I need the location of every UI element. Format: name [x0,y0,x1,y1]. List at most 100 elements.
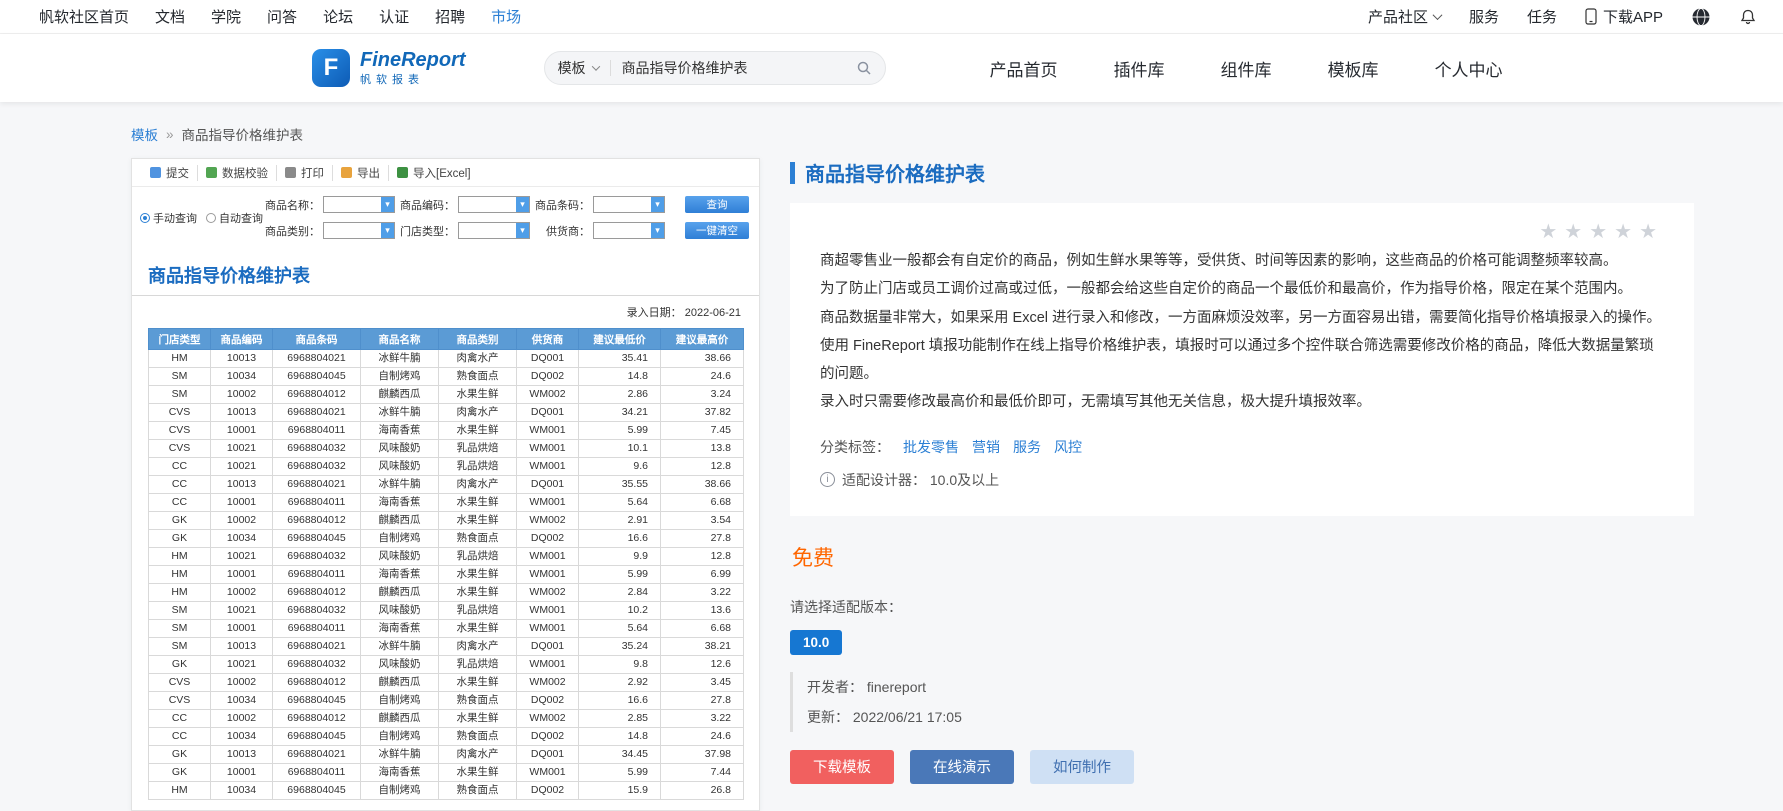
cell-store-type: GK [148,511,211,530]
preview-column: 提交 数据校验 打印 导出 导入[Excel] 手动查询 自动查询 商品名称： … [131,158,760,811]
topbar-link[interactable]: 文档 [142,6,198,27]
cell-max-price: 7.44 [660,763,744,782]
cell-product-name: 风味酸奶 [360,439,439,458]
cell-supplier: WM002 [516,511,579,530]
table-row: SM 10034 6968804045 自制烤鸡 熟食面点 DQ002 14.8… [148,367,744,386]
topbar-link[interactable]: 论坛 [310,6,366,27]
cell-supplier: WM002 [516,583,579,602]
topbar-link[interactable]: 招聘 [422,6,478,27]
cell-supplier: DQ002 [516,367,579,386]
category-tag-link[interactable]: 营销 [972,437,1000,457]
cell-supplier: DQ001 [516,403,579,422]
product-community-menu[interactable]: 产品社区 [1367,6,1443,27]
column-header: 建议最高价 [660,328,744,350]
cell-supplier: WM002 [516,673,579,692]
radio-label: 自动查询 [219,212,263,225]
cell-max-price: 3.45 [660,673,744,692]
table-row: GK 10034 6968804045 自制烤鸡 熟食面点 DQ002 16.6… [148,529,744,548]
cell-min-price: 5.99 [578,565,661,584]
dropdown-select [593,222,665,239]
logo-icon: F [312,49,350,87]
breadcrumb: 模板 » 商品指导价格维护表 [131,124,1694,144]
cell-min-price: 14.8 [578,367,661,386]
cell-supplier: DQ001 [516,745,579,764]
cell-category: 水果生鲜 [438,709,517,728]
task-link[interactable]: 任务 [1527,6,1557,27]
cell-min-price: 14.8 [578,727,661,746]
column-header: 门店类型 [148,328,211,350]
radio-icon [140,212,150,223]
product-nav-link[interactable]: 插件库 [1114,56,1165,81]
version-chip[interactable]: 10.0 [790,629,843,655]
template-preview-image[interactable]: 提交 数据校验 打印 导出 导入[Excel] 手动查询 自动查询 商品名称： … [131,158,760,811]
product-nav-link[interactable]: 模板库 [1328,56,1379,81]
search-icon[interactable] [856,60,872,76]
how-to-make-button[interactable]: 如何制作 [1030,749,1134,784]
field-label: 商品类别： [265,225,320,238]
search-input[interactable] [621,60,856,76]
cell-category: 肉禽水产 [438,403,517,422]
topbar-link[interactable]: 帆软社区首页 [26,6,142,27]
cell-store-type: CC [148,709,211,728]
table-row: SM 10021 6968804032 风味酸奶 乳品烘焙 WM001 10.2… [148,601,744,620]
cell-barcode: 6968804032 [272,439,361,458]
online-demo-button[interactable]: 在线演示 [910,749,1014,784]
cell-max-price: 6.68 [660,619,744,638]
topbar-link[interactable]: 问答 [254,6,310,27]
cell-supplier: WM001 [516,421,579,440]
logo-text: FineReport 帆软报表 [360,49,466,87]
search-category-select[interactable]: 模板 [558,58,600,78]
category-tag-link[interactable]: 风控 [1054,437,1082,457]
globe-icon[interactable] [1691,7,1711,27]
cell-store-type: CVS [148,439,211,458]
category-tag-link[interactable]: 服务 [1013,437,1041,457]
cell-supplier: DQ001 [516,349,579,368]
cell-supplier: DQ002 [516,529,579,548]
cell-max-price: 38.21 [660,637,744,656]
cell-barcode: 6968804045 [272,367,361,386]
cell-barcode: 6968804012 [272,673,361,692]
topbar-link[interactable]: 学院 [198,6,254,27]
cell-product-code: 10002 [210,709,273,728]
cell-product-name: 海南香蕉 [360,493,439,512]
product-community-label: 产品社区 [1367,9,1428,26]
download-app-link[interactable]: 下载APP [1585,6,1663,27]
cell-min-price: 35.55 [578,475,661,494]
product-nav-link[interactable]: 个人中心 [1435,56,1503,81]
cell-category: 乳品烘焙 [438,439,517,458]
topbar-link[interactable]: 认证 [366,6,422,27]
cell-barcode: 6968804032 [272,457,361,476]
download-template-button[interactable]: 下载模板 [790,749,894,784]
table-row: CVS 10001 6968804011 海南香蕉 水果生鲜 WM001 5.9… [148,421,744,440]
topbar-link[interactable]: 市场 [478,6,534,27]
service-link[interactable]: 服务 [1469,6,1499,27]
table-row: GK 10021 6968804032 风味酸奶 乳品烘焙 WM001 9.8 … [148,655,744,674]
tags-list: 批发零售 营销 服务 风控 [903,437,1082,457]
cell-max-price: 3.22 [660,583,744,602]
cell-product-name: 风味酸奶 [360,547,439,566]
cell-max-price: 6.99 [660,565,744,584]
category-tag-link[interactable]: 批发零售 [903,437,959,457]
cell-product-code: 10021 [210,439,273,458]
cell-supplier: WM001 [516,619,579,638]
cell-category: 熟食面点 [438,691,517,710]
breadcrumb-home-link[interactable]: 模板 [131,124,158,144]
cell-product-code: 10034 [210,691,273,710]
preview-toolbar-item: 提交 [142,165,197,181]
cell-store-type: CVS [148,673,211,692]
finereport-logo[interactable]: F FineReport 帆软报表 [312,49,466,87]
table-row: CC 10034 6968804045 自制烤鸡 熟食面点 DQ002 14.8… [148,727,744,746]
field-label: 门店类型： [400,225,455,238]
product-nav-link[interactable]: 组件库 [1221,56,1272,81]
cell-product-code: 10013 [210,475,273,494]
cell-store-type: CVS [148,691,211,710]
column-header: 建议最低价 [578,328,661,350]
bell-icon[interactable] [1739,8,1757,26]
cell-product-code: 10001 [210,763,273,782]
cell-max-price: 37.82 [660,403,744,422]
cell-product-name: 麒麟西瓜 [360,385,439,404]
cell-supplier: DQ002 [516,691,579,710]
cell-category: 肉禽水产 [438,745,517,764]
updated-line: 更新： 2022/06/21 17:05 [807,708,962,725]
product-nav-link[interactable]: 产品首页 [990,56,1058,81]
